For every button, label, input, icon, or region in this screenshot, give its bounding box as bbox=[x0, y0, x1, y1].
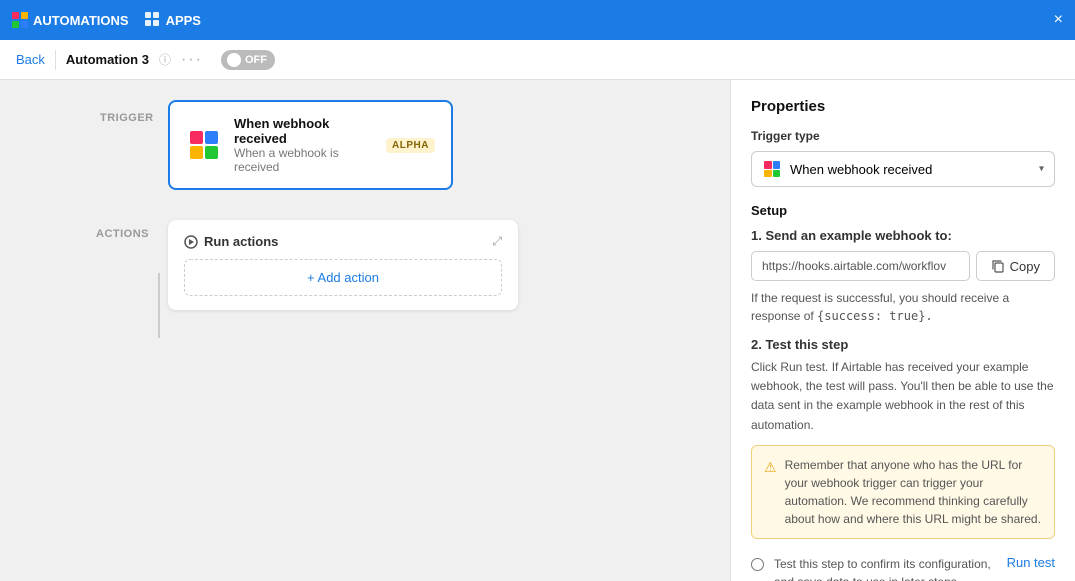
add-action-button[interactable]: + Add action bbox=[184, 259, 502, 296]
actions-section-label: ACTIONS bbox=[96, 228, 149, 240]
close-button[interactable]: × bbox=[1054, 11, 1063, 29]
automations-label: AUTOMATIONS bbox=[33, 13, 129, 28]
icon-red bbox=[190, 131, 203, 144]
trigger-type-dropdown[interactable]: When webhook received bbox=[790, 162, 1044, 177]
webhook-icon bbox=[186, 127, 222, 163]
test-description: Test this step to confirm its configurat… bbox=[774, 555, 997, 581]
trigger-card[interactable]: When webhook received When a webhook is … bbox=[168, 100, 453, 190]
trigger-text: When webhook received When a webhook is … bbox=[234, 116, 374, 174]
trigger-subtitle: When a webhook is received bbox=[234, 146, 374, 174]
properties-panel: Properties Trigger type When webhook rec… bbox=[730, 80, 1075, 581]
main-layout: TRIGGER ACTIONS When webhook received Wh… bbox=[0, 80, 1075, 581]
url-copy-row: Copy bbox=[751, 251, 1055, 281]
step1-label: 1. Send an example webhook to: bbox=[751, 228, 1055, 243]
warning-text: Remember that anyone who has the URL for… bbox=[785, 456, 1042, 528]
topbar-left: AUTOMATIONS APPS bbox=[12, 12, 201, 28]
test-radio[interactable] bbox=[751, 558, 764, 571]
automations-logo[interactable]: AUTOMATIONS bbox=[12, 12, 129, 28]
alpha-badge: ALPHA bbox=[386, 138, 435, 153]
setup-title: Setup bbox=[751, 203, 1055, 218]
warning-icon: ⚠ bbox=[764, 457, 777, 528]
header-divider bbox=[55, 50, 56, 70]
run-test-button[interactable]: Run test bbox=[1007, 555, 1055, 570]
automation-title: Automation 3 bbox=[66, 52, 149, 67]
si-green bbox=[773, 170, 781, 178]
apps-label[interactable]: APPS bbox=[145, 12, 201, 28]
webhook-url-input[interactable] bbox=[751, 251, 970, 281]
apps-text: APPS bbox=[166, 13, 201, 28]
icon-blue bbox=[205, 131, 218, 144]
copy-label: Copy bbox=[1010, 259, 1040, 274]
copy-button[interactable]: Copy bbox=[976, 251, 1055, 281]
toggle-wrap: OFF bbox=[221, 50, 275, 70]
si-blue bbox=[773, 161, 781, 169]
step2-label: 2. Test this step bbox=[751, 337, 1055, 352]
toggle-off[interactable]: OFF bbox=[221, 50, 275, 70]
subheader: Back Automation 3 ⓘ ··· OFF bbox=[0, 40, 1075, 80]
test-row: Test this step to confirm its configurat… bbox=[751, 555, 1055, 581]
trigger-title: When webhook received bbox=[234, 116, 374, 146]
trigger-select-icon bbox=[762, 159, 782, 179]
icon-yellow bbox=[190, 146, 203, 159]
actions-card-header: Run actions ⤢ bbox=[184, 234, 502, 249]
automations-icon bbox=[12, 12, 28, 28]
step2-description: Click Run test. If Airtable has received… bbox=[751, 358, 1055, 435]
run-actions-label: Run actions bbox=[204, 234, 278, 249]
run-actions-title: Run actions bbox=[184, 234, 278, 249]
warning-box: ⚠ Remember that anyone who has the URL f… bbox=[751, 445, 1055, 539]
panel-title: Properties bbox=[751, 98, 1055, 115]
canvas: TRIGGER ACTIONS When webhook received Wh… bbox=[0, 80, 730, 581]
back-button[interactable]: Back bbox=[16, 52, 45, 67]
actions-card: Run actions ⤢ + Add action bbox=[168, 220, 518, 310]
topbar: AUTOMATIONS APPS × bbox=[0, 0, 1075, 40]
trigger-section-label: TRIGGER bbox=[100, 112, 154, 124]
connector-line bbox=[158, 273, 160, 338]
setup-section: Setup 1. Send an example webhook to: Cop… bbox=[751, 203, 1055, 581]
more-options-button[interactable]: ··· bbox=[181, 51, 203, 69]
success-text: If the request is successful, you should… bbox=[751, 289, 1055, 325]
toggle-circle bbox=[227, 53, 241, 67]
si-yellow bbox=[764, 170, 772, 178]
trigger-type-label: Trigger type bbox=[751, 129, 1055, 143]
si-red bbox=[764, 161, 772, 169]
toggle-label: OFF bbox=[245, 54, 267, 66]
success-code: {success: true}. bbox=[817, 309, 933, 323]
icon-green bbox=[205, 146, 218, 159]
copy-icon bbox=[991, 259, 1005, 273]
expand-icon[interactable]: ⤢ bbox=[492, 234, 502, 249]
run-icon bbox=[184, 235, 198, 249]
apps-icon bbox=[145, 12, 161, 28]
trigger-type-select-wrap[interactable]: When webhook received ▾ bbox=[751, 151, 1055, 187]
info-icon[interactable]: ⓘ bbox=[159, 51, 171, 68]
